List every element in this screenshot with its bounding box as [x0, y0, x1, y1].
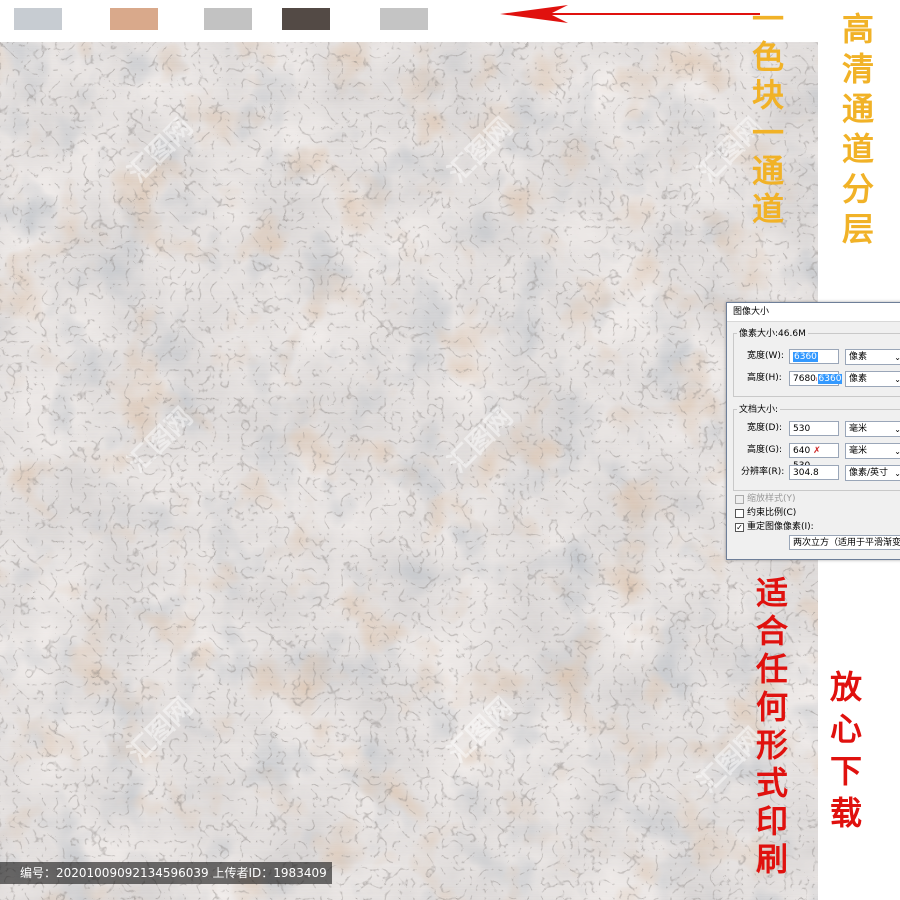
width-input[interactable]: 6360: [789, 349, 839, 364]
dialog-title: 图像大小: [727, 303, 900, 322]
doc-height-label: 高度(G):: [747, 445, 783, 455]
width-unit-select[interactable]: 像素 ⌄: [845, 349, 900, 365]
height-label: 高度(H):: [747, 373, 782, 383]
download-note-text: 放心下载: [825, 670, 863, 838]
scale-styles-checkbox[interactable]: [735, 495, 744, 504]
resample-method-select[interactable]: 两次立方（适用于平滑渐变: [789, 535, 900, 550]
resample-label: 重定图像像素(I):: [747, 522, 814, 532]
document-size-label: 文档大小:: [737, 401, 781, 419]
channel-note-text: 一色块一通道: [747, 2, 785, 230]
doc-width-unit-select[interactable]: 毫米 ⌄: [845, 421, 900, 437]
doc-height-input[interactable]: 640 ✗ 530: [789, 443, 839, 471]
height-unit-select[interactable]: 像素 ⌄: [845, 371, 900, 387]
resample-checkbox[interactable]: ✓: [735, 523, 744, 532]
swatch-dark-brown: [282, 8, 330, 30]
resolution-unit-select[interactable]: 像素/英寸 ⌄: [845, 465, 900, 481]
chevron-down-icon: ⌄: [894, 469, 900, 478]
chevron-down-icon: ⌄: [894, 375, 900, 384]
red-arrow-icon: [500, 5, 760, 23]
print-note-text: 适合任何形式印刷: [751, 576, 789, 880]
width-label: 宽度(W):: [747, 351, 784, 361]
pixel-size-label: 像素大小:46.6M: [737, 325, 808, 343]
swatch-silver: [380, 8, 428, 30]
constrain-proportions-checkbox[interactable]: [735, 509, 744, 518]
doc-width-input[interactable]: 530: [789, 421, 839, 436]
resolution-label: 分辨率(R):: [741, 467, 785, 477]
chevron-down-icon: ⌄: [894, 447, 900, 456]
doc-width-label: 宽度(D):: [747, 423, 782, 433]
swatch-tan: [110, 8, 158, 30]
image-size-dialog: 图像大小 像素大小:46.6M 宽度(W): 6360 像素 ⌄ 高度(H): 7…: [726, 302, 900, 560]
chevron-down-icon: ⌄: [894, 353, 900, 362]
height-input[interactable]: 7680ᵢ6360: [789, 371, 843, 386]
swatch-blue-grey: [14, 8, 62, 30]
swatch-light-grey: [204, 8, 252, 30]
hd-channel-note-text: 高清通道分层: [837, 12, 875, 252]
chevron-down-icon: ⌄: [894, 425, 900, 434]
resolution-input[interactable]: 304.8: [789, 465, 839, 480]
image-info-footer: 编号：20201009092134596039 上传者ID：1983409: [0, 862, 332, 884]
doc-height-unit-select[interactable]: 毫米 ⌄: [845, 443, 900, 459]
